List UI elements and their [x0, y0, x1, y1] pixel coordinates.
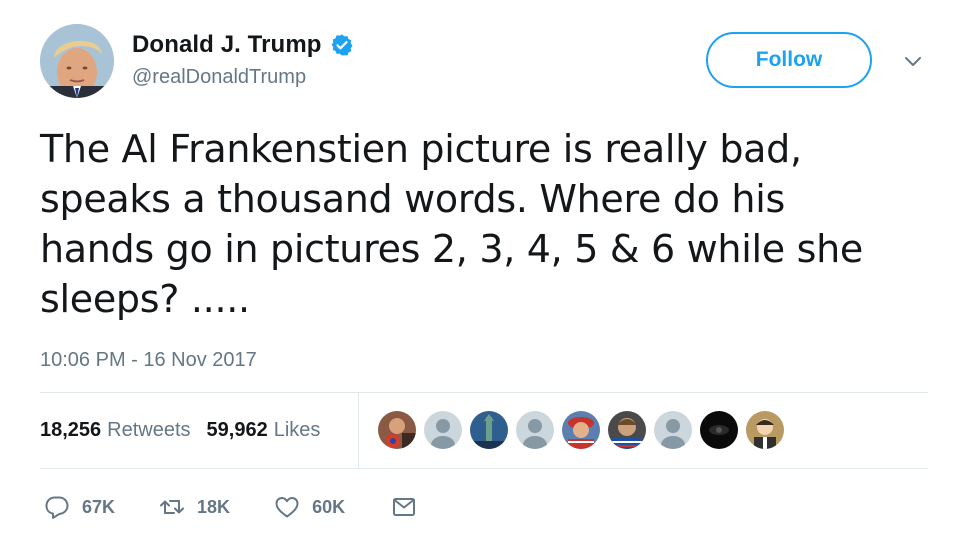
reply-button[interactable]: 67K [44, 494, 115, 520]
heart-icon [274, 494, 300, 520]
verified-badge-icon [330, 33, 354, 57]
liker-avatar[interactable] [746, 411, 784, 449]
tweet-text: The Al Frankenstien picture is really ba… [40, 127, 863, 321]
liker-avatar[interactable] [608, 411, 646, 449]
likes-stat[interactable]: 59,962 Likes [207, 419, 321, 442]
envelope-icon [391, 494, 417, 520]
liker-avatar-default[interactable] [424, 411, 462, 449]
tweet-actions: 67K 18K 60K [44, 490, 417, 524]
retweets-count: 18,256 [40, 419, 102, 441]
author-info: Donald J. Trump @realDonaldTrump [132, 30, 354, 90]
like-button[interactable]: 60K [274, 494, 345, 520]
likes-label: Likes [273, 419, 321, 441]
likes-count: 59,962 [206, 419, 268, 441]
direct-message-button[interactable] [391, 494, 417, 520]
stats-vertical-divider [358, 393, 359, 468]
liker-avatar[interactable] [700, 411, 738, 449]
retweets-stat[interactable]: 18,256 Retweets [40, 419, 191, 442]
author-handle[interactable]: @realDonaldTrump [132, 64, 354, 90]
tweet-timestamp[interactable]: 10:06 PM - 16 Nov 2017 [40, 346, 257, 374]
chevron-down-icon[interactable] [902, 50, 924, 72]
liker-avatar-default[interactable] [654, 411, 692, 449]
display-name-row: Donald J. Trump [132, 30, 354, 60]
reply-count: 67K [82, 496, 116, 517]
retweet-button[interactable]: 18K [159, 494, 230, 520]
retweet-count: 18K [197, 496, 231, 517]
liker-avatar[interactable] [470, 411, 508, 449]
liker-avatar[interactable] [562, 411, 600, 449]
follow-button[interactable]: Follow [706, 32, 872, 88]
tweet-card: Donald J. Trump @realDonaldTrump Follow … [0, 0, 980, 546]
author-avatar[interactable] [40, 24, 114, 98]
liker-avatar[interactable] [378, 411, 416, 449]
author-display-name[interactable]: Donald J. Trump [132, 30, 322, 60]
retweet-icon [159, 494, 185, 520]
liker-avatars [378, 411, 784, 449]
tweet-stats: 18,256 Retweets 59,962 Likes [40, 393, 336, 468]
liker-avatar-default[interactable] [516, 411, 554, 449]
retweets-label: Retweets [107, 419, 191, 441]
actions-top-divider [40, 468, 928, 469]
like-count: 60K [312, 496, 346, 517]
reply-icon [44, 494, 70, 520]
